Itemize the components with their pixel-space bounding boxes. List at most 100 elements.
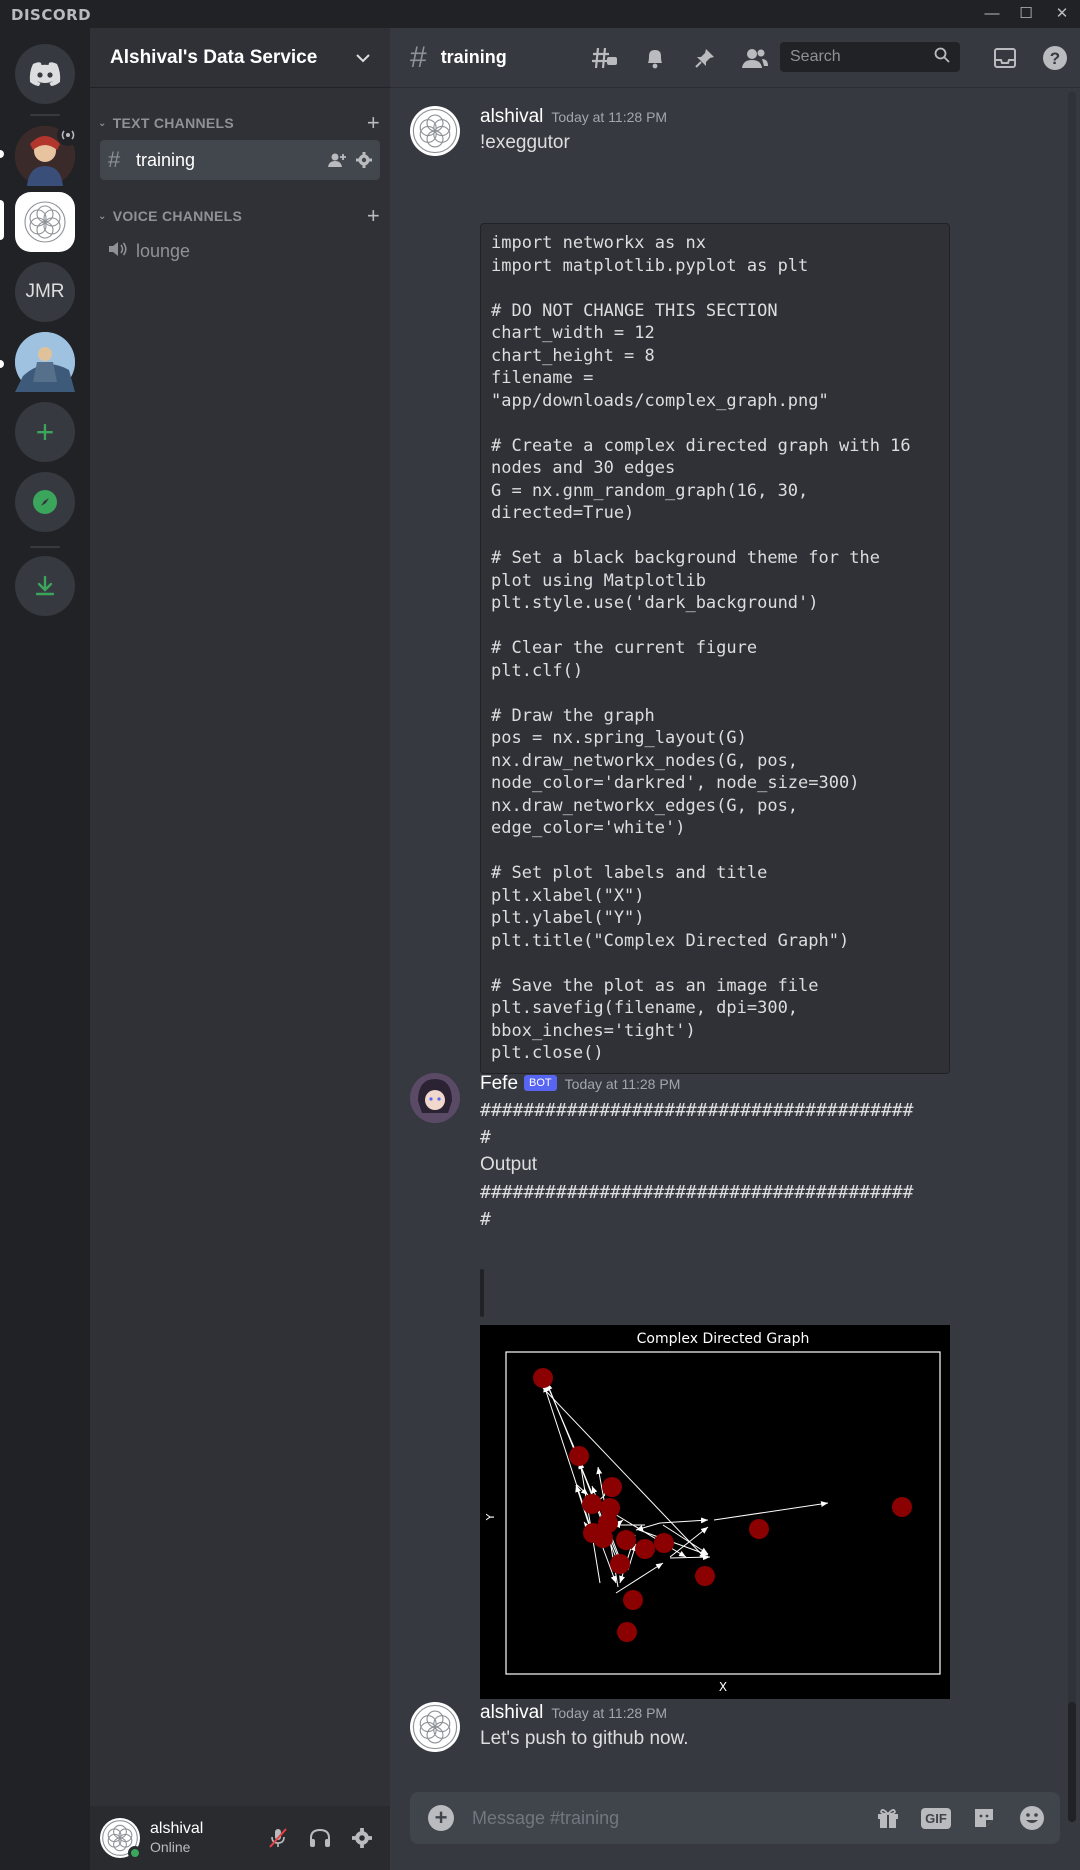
message-text: !exeggutor bbox=[480, 132, 570, 153]
graph-node bbox=[583, 1523, 603, 1543]
flower-icon bbox=[412, 1704, 458, 1750]
gif-icon: GIF bbox=[921, 1807, 951, 1829]
user-avatar[interactable] bbox=[410, 106, 460, 156]
server-jmr[interactable]: JMR bbox=[15, 262, 75, 322]
chevron-down-icon: ⌄ bbox=[98, 117, 107, 129]
y-axis-label: Y bbox=[484, 1513, 497, 1521]
avatar-icon bbox=[410, 1073, 460, 1123]
search-icon bbox=[934, 47, 950, 68]
code-line: plt.savefig(filename, dpi=300, bbox=[491, 998, 799, 1018]
broadcast-icon bbox=[57, 124, 79, 146]
graph-image-attachment[interactable]: Complex Directed Graph X Y bbox=[480, 1325, 950, 1699]
create-channel-button[interactable]: + bbox=[367, 203, 380, 229]
message-composer[interactable]: + Message #training GIF bbox=[410, 1792, 1060, 1844]
code-line: chart_width = 12 bbox=[491, 323, 655, 343]
svg-text:?: ? bbox=[1050, 49, 1060, 68]
upload-button[interactable]: + bbox=[428, 1805, 454, 1831]
graph-node bbox=[533, 1368, 553, 1388]
channel-lounge[interactable]: lounge bbox=[100, 231, 380, 271]
message: Fefe BOT Today at 11:28 PM #############… bbox=[410, 1073, 1050, 1703]
maximize-button[interactable]: ☐ bbox=[1008, 2, 1044, 26]
close-button[interactable]: ✕ bbox=[1044, 2, 1080, 26]
code-line: # Draw the graph bbox=[491, 705, 655, 726]
category-text-channels[interactable]: ⌄ TEXT CHANNELS + bbox=[98, 110, 380, 136]
discord-logo-icon bbox=[29, 62, 61, 86]
inbox-button[interactable] bbox=[980, 40, 1030, 76]
help-button[interactable]: ? bbox=[1030, 40, 1080, 76]
invite-icon[interactable] bbox=[328, 152, 346, 168]
code-line: nodes and 30 edges bbox=[491, 458, 676, 478]
code-line: bbox_inches='tight') bbox=[491, 1020, 696, 1041]
threads-button[interactable] bbox=[580, 40, 630, 76]
server-avatar-4[interactable] bbox=[15, 332, 75, 392]
user-avatar[interactable] bbox=[410, 1702, 460, 1752]
deafen-button[interactable] bbox=[302, 1820, 338, 1856]
message: alshival Today at 11:28 PM !exeggutor im… bbox=[410, 106, 1050, 1086]
chevron-down-icon: ⌄ bbox=[98, 210, 107, 222]
speaker-icon bbox=[108, 238, 136, 264]
gift-button[interactable] bbox=[870, 1800, 906, 1836]
graph-node bbox=[617, 1622, 637, 1642]
graph-node bbox=[695, 1566, 715, 1586]
channel-title: training bbox=[440, 47, 507, 67]
notifications-button[interactable] bbox=[630, 40, 680, 76]
category-label: TEXT CHANNELS bbox=[112, 115, 235, 131]
category-voice-channels[interactable]: ⌄ VOICE CHANNELS + bbox=[98, 203, 380, 229]
channel-label: lounge bbox=[136, 240, 191, 261]
scrollbar-thumb[interactable] bbox=[1068, 1702, 1076, 1822]
message-author[interactable]: alshival bbox=[480, 1702, 543, 1724]
message-author[interactable]: Fefe bbox=[480, 1073, 518, 1095]
search-input[interactable]: Search bbox=[780, 42, 960, 72]
flower-icon bbox=[24, 201, 66, 243]
home-button[interactable] bbox=[15, 44, 75, 104]
code-line: # Create a complex directed graph with 1… bbox=[491, 435, 911, 456]
message-header: alshival Today at 11:28 PM bbox=[480, 106, 667, 128]
embed-accent-bar bbox=[480, 1269, 484, 1317]
message-input[interactable]: Message #training bbox=[472, 1808, 619, 1829]
member-list-button[interactable] bbox=[730, 40, 780, 76]
create-channel-button[interactable]: + bbox=[367, 110, 380, 136]
graph-node bbox=[602, 1477, 622, 1497]
sticker-button[interactable] bbox=[966, 1800, 1002, 1836]
gear-icon[interactable] bbox=[356, 152, 372, 168]
graph-node bbox=[749, 1519, 769, 1539]
bot-avatar[interactable] bbox=[410, 1073, 460, 1123]
graph-node bbox=[610, 1554, 630, 1574]
guild-header[interactable]: Alshival's Data Service bbox=[90, 28, 390, 88]
channel-training[interactable]: # training bbox=[100, 140, 380, 180]
user-avatar[interactable] bbox=[100, 1818, 142, 1860]
code-line: filename = bbox=[491, 368, 594, 388]
x-axis-label: X bbox=[719, 1680, 727, 1694]
server-separator bbox=[30, 546, 60, 548]
server-jmr-label: JMR bbox=[25, 281, 65, 302]
guild-name: Alshival's Data Service bbox=[110, 46, 318, 68]
explore-servers-button[interactable] bbox=[15, 472, 75, 532]
scrollbar[interactable] bbox=[1068, 92, 1076, 1822]
pinned-button[interactable] bbox=[680, 40, 730, 76]
message-author[interactable]: alshival bbox=[480, 106, 543, 128]
user-settings-button[interactable] bbox=[344, 1820, 380, 1856]
server-avatar-1[interactable] bbox=[15, 124, 79, 186]
inbox-icon bbox=[994, 48, 1016, 68]
message-header: alshival Today at 11:28 PM bbox=[480, 1702, 667, 1724]
minimize-button[interactable]: — bbox=[974, 2, 1010, 26]
chat-area: # training Search ? alshival Today at 11… bbox=[390, 28, 1080, 1870]
microphone-muted-icon bbox=[269, 1828, 287, 1848]
mute-button[interactable] bbox=[260, 1820, 296, 1856]
message-text: Let's push to github now. bbox=[480, 1728, 689, 1749]
graph-edge bbox=[659, 1517, 709, 1524]
graph-edge bbox=[669, 1554, 711, 1561]
code-line: chart_height = 8 bbox=[491, 345, 655, 366]
download-apps-button[interactable] bbox=[15, 556, 75, 616]
graph-node bbox=[616, 1530, 636, 1550]
emoji-button[interactable] bbox=[1014, 1800, 1050, 1836]
gif-button[interactable]: GIF bbox=[918, 1800, 954, 1836]
help-icon: ? bbox=[1043, 46, 1067, 70]
bot-badge: BOT bbox=[524, 1075, 557, 1091]
add-server-button[interactable]: + bbox=[15, 402, 75, 462]
server-alshivals-data-service[interactable] bbox=[15, 192, 75, 252]
